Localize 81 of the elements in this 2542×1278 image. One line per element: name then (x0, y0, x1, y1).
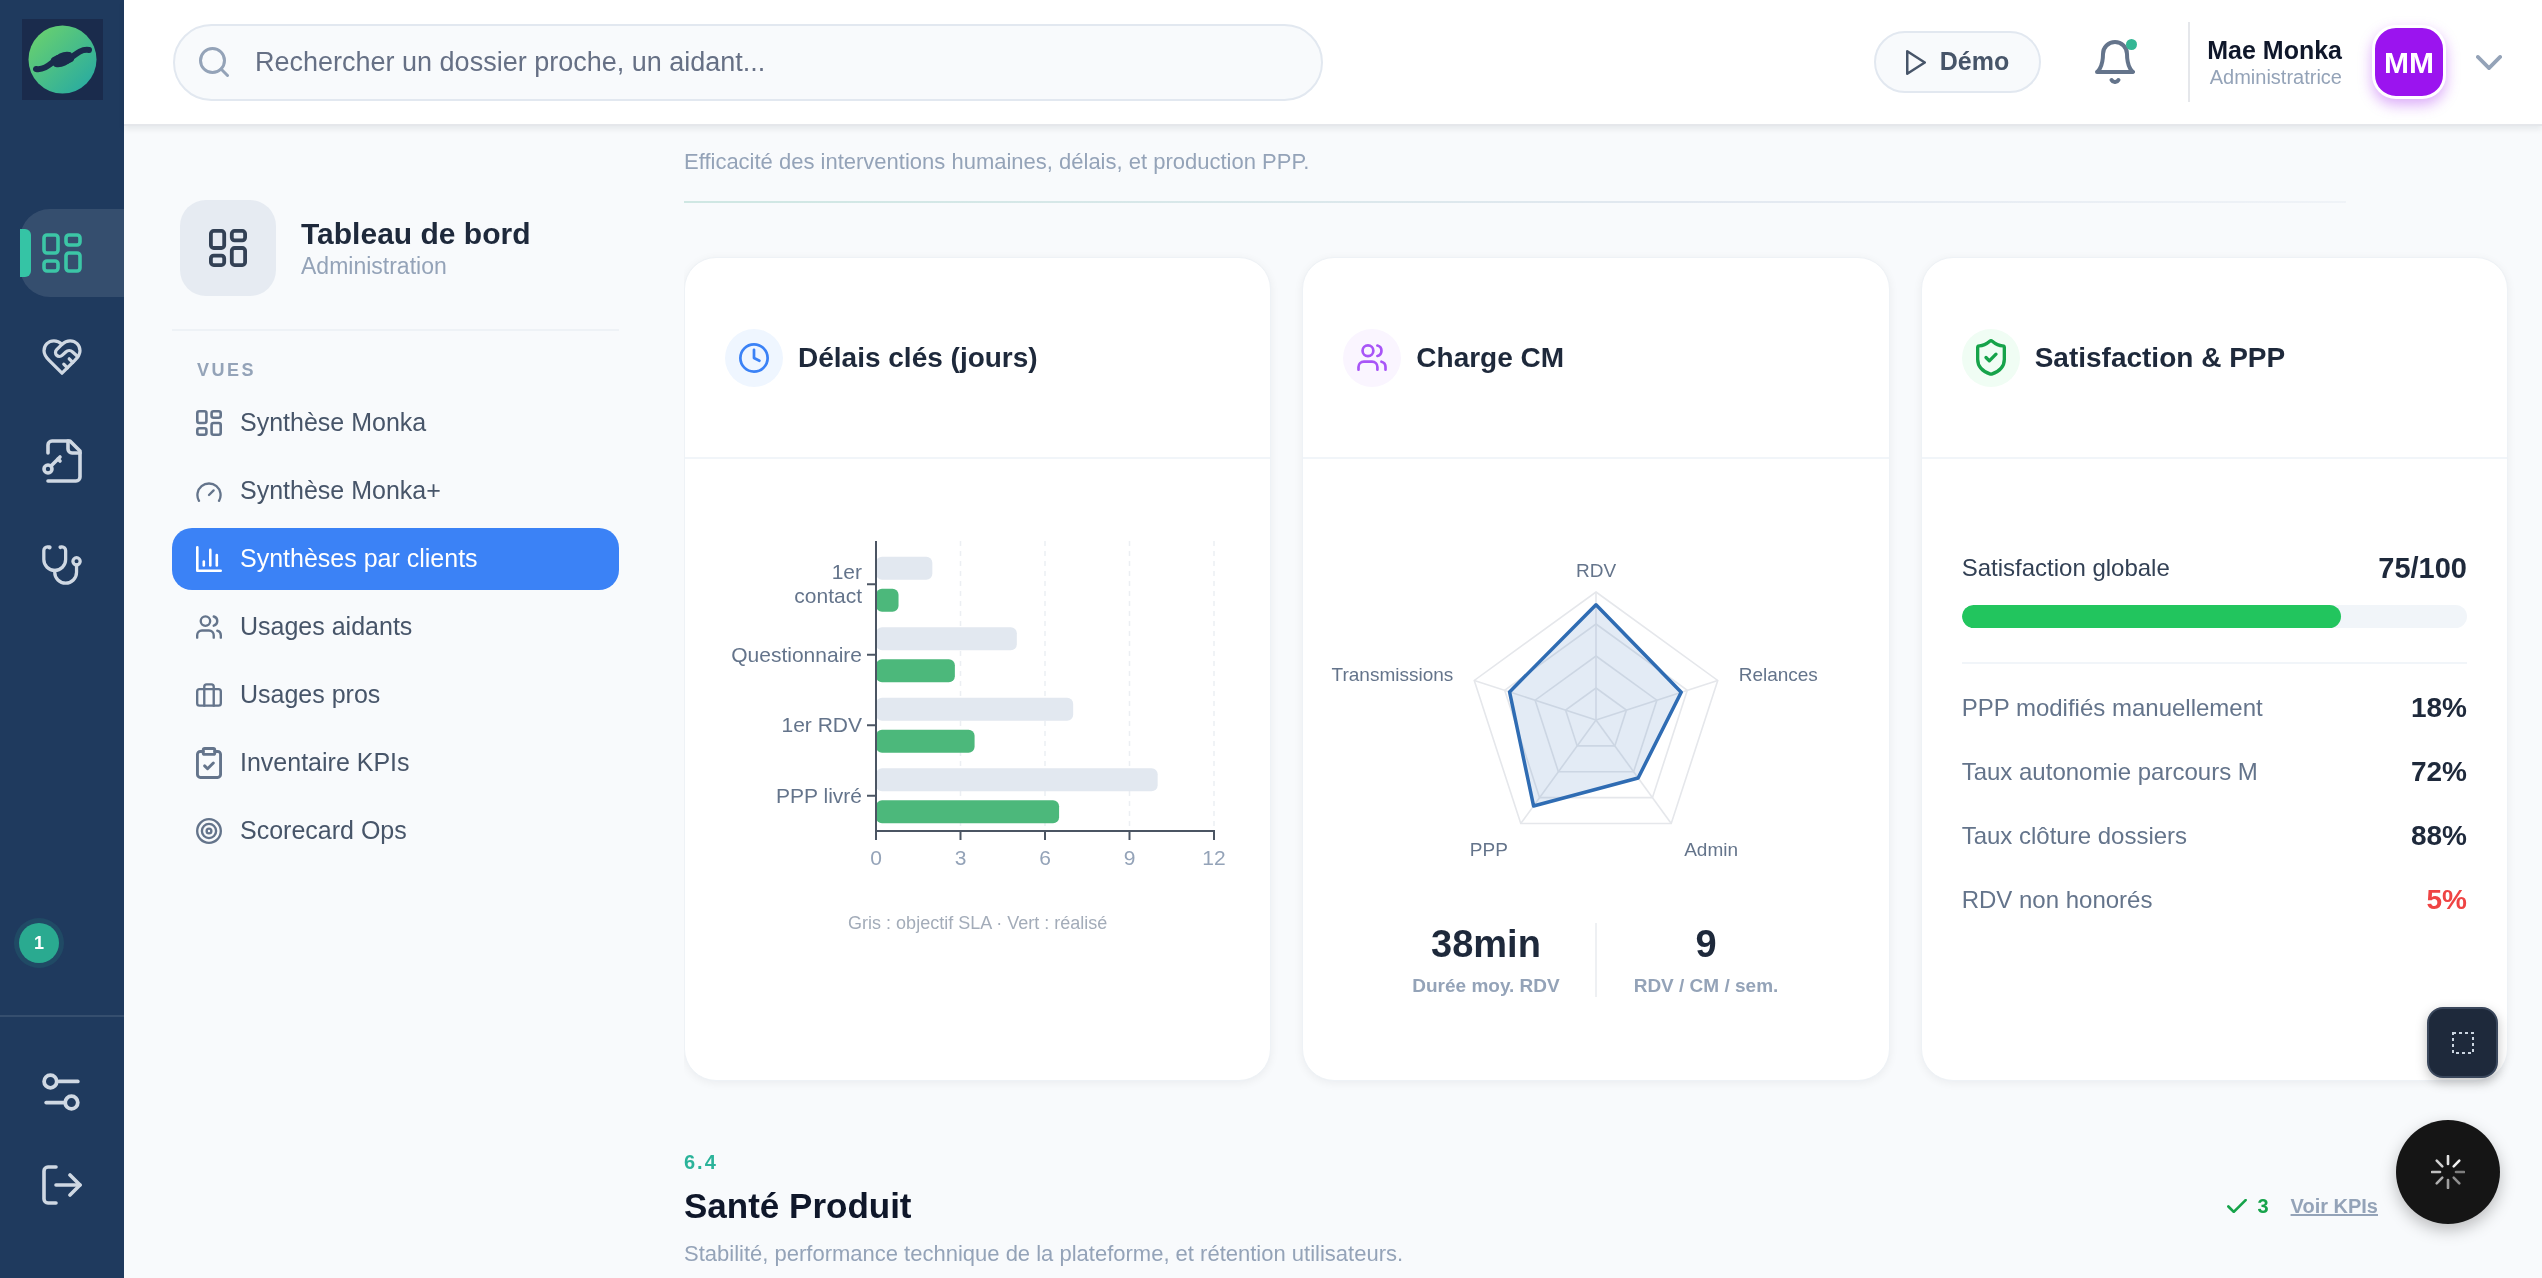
notification-badge: 1 (19, 923, 59, 963)
metric-label: Taux clôture dossiers (1961, 821, 2188, 851)
stat-label: RDV / CM / sem. (1633, 974, 1779, 998)
section-label: VUES (197, 359, 257, 381)
score-value: 75/100 (2378, 551, 2467, 585)
target-icon (196, 818, 222, 844)
nav-item[interactable]: Synthèse Monka (172, 392, 619, 454)
category-label: PPP livré (775, 783, 862, 807)
gauge-icon (196, 480, 222, 502)
card-title: Délais clés (jours) (798, 340, 1038, 375)
user-avatar[interactable]: MM (2372, 25, 2446, 99)
metric-label: PPP modifiés manuellement (1961, 693, 2263, 723)
dashboard-icon (180, 200, 276, 296)
panel-title: Tableau de bord (301, 216, 531, 252)
check-count: 3 (2257, 1194, 2269, 1219)
axis-label: PPP (1469, 839, 1508, 861)
nav-item[interactable]: Usages pros (172, 664, 619, 726)
user-name: Mae Monka (2207, 35, 2342, 65)
tick-label: 12 (1202, 846, 1226, 869)
metric-value: 88% (2410, 819, 2467, 853)
nav-item[interactable]: Synthèses par clients (172, 528, 619, 590)
metric-value: 72% (2410, 755, 2467, 789)
category-label: 1er contact (793, 560, 862, 608)
metric-label: Taux autonomie parcours M (1961, 757, 2258, 787)
bar (875, 588, 899, 612)
bell-icon[interactable] (2095, 40, 2136, 84)
category-label: Questionnaire (730, 642, 862, 666)
users-icon (196, 615, 222, 639)
dashed-square-icon (2451, 1031, 2474, 1054)
panel-subtitle: Administration (301, 252, 448, 280)
metric-value: 5% (2426, 883, 2467, 917)
tick-label: 3 (954, 846, 966, 869)
nav-item[interactable]: Usages aidants (172, 596, 619, 658)
card-title: Satisfaction & PPP (2034, 340, 2286, 375)
heart-handshake-icon[interactable] (42, 339, 82, 375)
clipboard-check-icon (196, 747, 222, 779)
chart-caption: Gris : objectif SLA · Vert : réalisé (848, 912, 1108, 935)
logout-icon[interactable] (42, 1165, 82, 1205)
settings-icon[interactable] (42, 1073, 82, 1111)
check-icon (2227, 1199, 2248, 1213)
axis-label: Transmissions (1331, 663, 1454, 685)
tick-label: 6 (1038, 846, 1051, 869)
category-label: 1er RDV (781, 713, 862, 737)
tick-label: 0 (869, 846, 882, 869)
score-label: Satisfaction globale (1961, 553, 2170, 583)
bar (875, 556, 932, 580)
metric-value: 18% (2410, 691, 2467, 725)
demo-button[interactable]: Démo (1873, 31, 2042, 93)
tick-label: 9 (1123, 846, 1135, 869)
nav-item[interactable]: Scorecard Ops (172, 800, 619, 862)
dashboard-icon (196, 410, 222, 436)
nav-item[interactable]: Synthèse Monka+ (172, 460, 619, 522)
stethoscope-icon[interactable] (42, 545, 82, 585)
selection-button[interactable] (2427, 1007, 2498, 1078)
axis-label: Admin (1684, 839, 1739, 861)
section-title: Santé Produit (684, 1185, 912, 1227)
section-subtitle: Efficacité des interventions humaines, délais, et production PPP. (684, 148, 1310, 176)
search-icon (199, 46, 229, 77)
card-title: Charge CM (1416, 340, 1565, 375)
metric-label: RDV non honorés (1961, 885, 2153, 915)
stat-label: Durée moy. RDV (1412, 974, 1560, 998)
section-subtitle: Stabilité, performance technique de la plateforme, et rétention utilisateurs. (684, 1240, 1404, 1268)
axis-label: RDV (1575, 560, 1617, 581)
search-field[interactable]: Rechercher un dossier proche, un aidant... (173, 23, 1323, 101)
document-icon[interactable] (42, 439, 82, 483)
section-number: 6.4 (684, 1150, 718, 1175)
loader-button[interactable] (2396, 1120, 2500, 1224)
play-icon (1905, 49, 1926, 75)
briefcase-icon (196, 683, 222, 707)
user-role: Administratrice (2208, 65, 2342, 89)
dashboard-icon (42, 233, 82, 273)
sidebar-item[interactable] (20, 209, 124, 297)
nav-item[interactable]: Inventaire KPIs (172, 732, 619, 794)
bar-chart-icon (196, 546, 222, 572)
selection-indicator (20, 229, 31, 277)
spinner-icon (2431, 1155, 2465, 1189)
stat-value: 9 (1695, 922, 1717, 967)
axis-label: Relances (1738, 663, 1818, 685)
chevron-down-icon[interactable] (2476, 54, 2502, 70)
stat-value: 38min (1431, 922, 1541, 967)
logo-icon[interactable] (21, 19, 103, 100)
